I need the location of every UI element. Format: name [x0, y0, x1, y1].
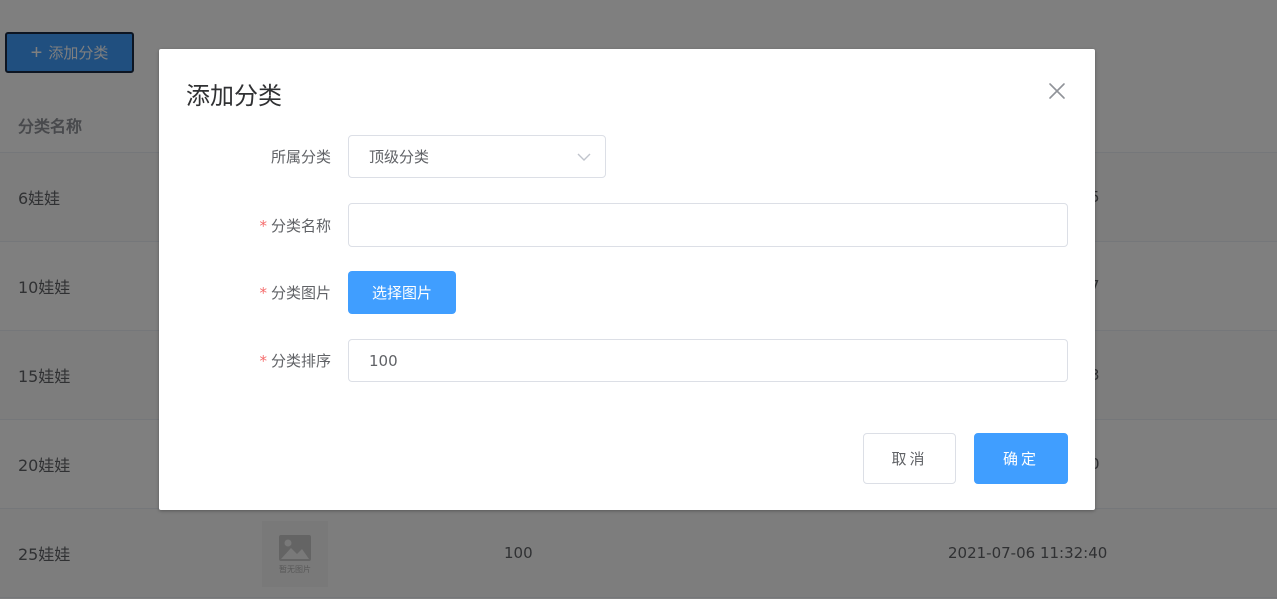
category-image-label: * 分类图片	[159, 282, 331, 303]
form-item-name: * 分类名称	[159, 203, 1095, 247]
category-sort-label: * 分类排序	[159, 350, 331, 371]
add-category-dialog: 添加分类 所属分类 顶级分类 *分类名称 *分类图片 选择图片 *分类排序	[159, 49, 1095, 510]
chevron-down-icon	[577, 153, 591, 161]
required-mark: *	[259, 216, 267, 235]
category-name-label-text: 分类名称	[270, 216, 331, 235]
confirm-button[interactable]: 确定	[974, 433, 1068, 484]
form-item-sort: * 分类排序	[159, 339, 1095, 382]
category-image-label-text: 分类图片	[270, 284, 331, 302]
parent-category-label: 所属分类	[159, 146, 331, 167]
form-item-image: * 分类图片 选择图片	[159, 271, 1095, 314]
category-name-input[interactable]	[348, 203, 1068, 247]
cancel-button[interactable]: 取消	[863, 433, 956, 484]
category-name-label: * 分类名称	[159, 215, 331, 236]
parent-category-value: 顶级分类	[369, 148, 430, 166]
category-sort-input[interactable]	[348, 339, 1068, 382]
select-image-button[interactable]: 选择图片	[348, 271, 456, 314]
category-sort-label-text: 分类排序	[270, 352, 331, 370]
required-mark: *	[259, 352, 267, 370]
dialog-title: 添加分类	[186, 82, 282, 110]
parent-category-select[interactable]: 顶级分类	[348, 135, 606, 178]
required-mark: *	[259, 284, 267, 302]
parent-category-label-text: 所属分类	[270, 148, 331, 166]
close-icon[interactable]	[1046, 80, 1068, 102]
form-item-parent: 所属分类 顶级分类	[159, 135, 1095, 178]
